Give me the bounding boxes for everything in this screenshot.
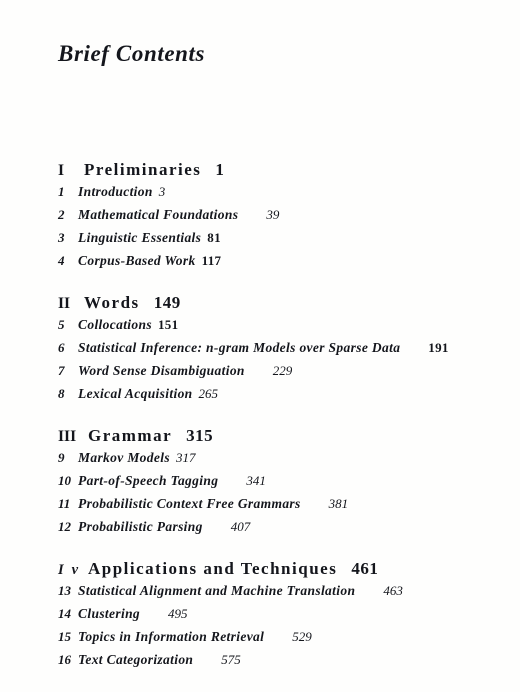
- brief-contents-page: Brief Contents I Preliminaries 1 1 Introduct…: [0, 0, 520, 667]
- part-block: I v Applications and Techniques 461 13 Stati…: [0, 559, 520, 675]
- chapter-number: 4: [58, 253, 65, 268]
- chapter-page-number: 381: [328, 496, 349, 511]
- chapter-number: 1: [58, 184, 65, 199]
- part-page-number: 149: [153, 293, 181, 312]
- chapter-row[interactable]: 10 Part-of-Speech Tagging 341: [0, 473, 520, 496]
- chapter-row[interactable]: 5 Collocations 151: [0, 317, 520, 340]
- chapter-page-number: 317: [175, 450, 196, 465]
- chapter-row[interactable]: 9 Markov Models 317: [0, 450, 520, 473]
- chapter-row[interactable]: 2 Mathematical Foundations 39: [0, 207, 520, 230]
- chapter-page-number: 495: [168, 606, 188, 621]
- part-heading[interactable]: I Preliminaries 1: [0, 160, 520, 184]
- chapter-number: 15: [58, 629, 71, 644]
- part-heading[interactable]: I v Applications and Techniques 461: [0, 559, 520, 583]
- chapter-number: 5: [58, 317, 65, 332]
- part-heading[interactable]: II Words 149: [0, 293, 520, 317]
- chapter-number: 3: [58, 230, 65, 245]
- chapter-title: Probabilistic Parsing: [78, 519, 203, 534]
- chapter-title: Corpus-Based Work: [78, 253, 196, 268]
- chapter-title: Mathematical Foundations: [78, 207, 239, 222]
- chapter-page-number: 407: [230, 519, 251, 534]
- part-block: II Words 149 5 Collocations 151 6 Statistical I…: [0, 293, 520, 409]
- chapter-title: Clustering: [78, 606, 141, 621]
- part-numeral: I v: [58, 562, 81, 578]
- chapter-title: Probabilistic Context Free Grammars: [78, 496, 301, 511]
- part-page-number: 461: [351, 559, 379, 578]
- chapter-title: Introduction: [78, 184, 153, 199]
- part-numeral: I: [58, 162, 65, 179]
- chapter-number: 6: [58, 340, 65, 355]
- chapter-row[interactable]: 11 Probabilistic Context Free Grammars 381: [0, 496, 520, 519]
- chapter-row[interactable]: 16 Text Categorization 575: [0, 652, 520, 675]
- part-numeral: II: [58, 295, 71, 312]
- chapter-row[interactable]: 13 Statistical Alignment and Machine Tran…: [0, 583, 520, 606]
- chapter-row[interactable]: 12 Probabilistic Parsing 407: [0, 519, 520, 542]
- part-heading[interactable]: III Grammar 315: [0, 426, 520, 450]
- part-block: I Preliminaries 1 1 Introduction 3 2 Mathematic…: [0, 160, 520, 276]
- chapter-page-number: 117: [201, 253, 222, 268]
- table-of-contents: I Preliminaries 1 1 Introduction 3 2 Mathematic…: [0, 160, 520, 692]
- chapter-title: Statistical Inference: n-gram Models ove…: [78, 340, 401, 355]
- chapter-title: Topics in Information Retrieval: [78, 629, 265, 644]
- chapter-number: 11: [58, 496, 71, 511]
- chapter-title: Collocations: [78, 317, 152, 332]
- chapter-row[interactable]: 6 Statistical Inference: n-gram Models ov…: [0, 340, 520, 363]
- chapter-row[interactable]: 15 Topics in Information Retrieval 529: [0, 629, 520, 652]
- part-numeral: III: [58, 428, 77, 445]
- chapter-title: Statistical Alignment and Machine Transl…: [78, 583, 356, 598]
- chapter-page-number: 151: [157, 317, 179, 332]
- chapter-page-number: 229: [272, 363, 293, 378]
- chapter-page-number: 529: [292, 629, 312, 644]
- part-title: Preliminaries: [84, 160, 202, 179]
- chapter-page-number: 3: [158, 184, 166, 199]
- chapter-number: 8: [58, 386, 65, 401]
- chapter-title: Lexical Acquisition: [78, 386, 193, 401]
- part-page-number: 315: [186, 426, 214, 445]
- part-block: III Grammar 315 9 Markov Models 317 10 Part-of-…: [0, 426, 520, 542]
- chapter-page-number: 81: [207, 230, 221, 245]
- part-page-number: 1: [215, 160, 225, 179]
- chapter-number: 12: [58, 519, 71, 534]
- chapter-title: Markov Models: [78, 450, 170, 465]
- chapter-title: Part-of-Speech Tagging: [78, 473, 219, 488]
- chapter-number: 2: [58, 207, 65, 222]
- chapter-page-number: 341: [246, 473, 266, 488]
- chapter-page-number: 39: [266, 207, 280, 222]
- chapter-title: Word Sense Disambiguation: [78, 363, 245, 378]
- chapter-row[interactable]: 14 Clustering 495: [0, 606, 520, 629]
- chapter-row[interactable]: 3 Linguistic Essentials 81: [0, 230, 520, 253]
- chapter-row[interactable]: 8 Lexical Acquisition 265: [0, 386, 520, 409]
- chapter-number: 7: [58, 363, 65, 378]
- part-title: Applications and Techniques: [88, 559, 338, 578]
- page-title: Brief Contents: [58, 41, 206, 66]
- chapter-page-number: 463: [383, 583, 403, 598]
- chapter-number: 13: [58, 583, 71, 598]
- part-title: Grammar: [88, 426, 173, 445]
- chapter-number: 14: [58, 606, 71, 621]
- chapter-row[interactable]: 7 Word Sense Disambiguation 229: [0, 363, 520, 386]
- chapter-number: 9: [58, 450, 65, 465]
- chapter-row[interactable]: 1 Introduction 3: [0, 184, 520, 207]
- chapter-page-number: 265: [198, 386, 219, 401]
- chapter-row[interactable]: 4 Corpus-Based Work 117: [0, 253, 520, 276]
- chapter-number: 10: [58, 473, 71, 488]
- chapter-title: Linguistic Essentials: [78, 230, 202, 245]
- chapter-page-number: 191: [428, 340, 449, 355]
- part-title: Words: [84, 293, 140, 312]
